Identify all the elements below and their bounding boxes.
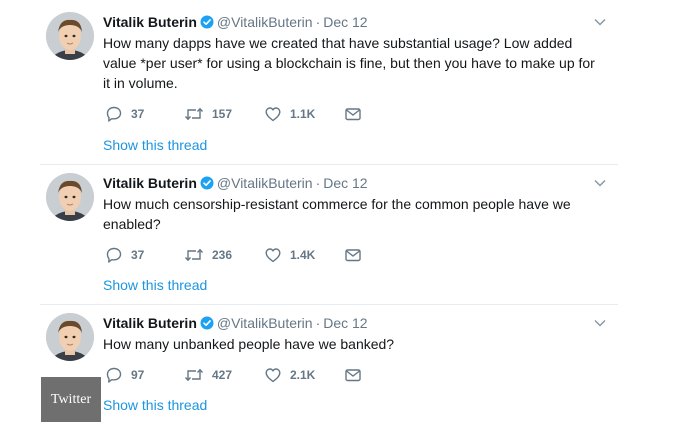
separator-dot: ·: [315, 315, 321, 331]
retweet-button[interactable]: 427: [184, 365, 232, 385]
divider: [40, 164, 618, 165]
separator-dot: ·: [315, 14, 321, 30]
verified-badge-icon: [200, 14, 214, 34]
divider: [40, 304, 618, 305]
reply-count: 37: [131, 107, 145, 121]
show-thread-link[interactable]: Show this thread: [103, 135, 207, 155]
message-button[interactable]: [344, 104, 362, 124]
avatar-image: [46, 173, 94, 221]
author-handle[interactable]: @VitalikButerin: [217, 315, 313, 331]
avatar[interactable]: [46, 12, 94, 60]
tweet-actions: 37 157 1.1K: [103, 104, 383, 124]
heart-icon: [265, 107, 281, 122]
chevron-down-icon[interactable]: [593, 316, 607, 330]
envelope-icon: [345, 108, 361, 121]
tweet-date[interactable]: Dec 12: [323, 175, 367, 191]
show-thread-link[interactable]: Show this thread: [103, 395, 207, 415]
avatar-image: [46, 12, 94, 60]
avatar[interactable]: [46, 313, 94, 361]
show-thread-link[interactable]: Show this thread: [103, 275, 207, 295]
reply-button[interactable]: 97: [105, 365, 144, 385]
verified-badge-icon: [200, 315, 214, 335]
verified-badge-icon: [200, 175, 214, 195]
like-button[interactable]: 1.4K: [264, 245, 315, 265]
tweet-date[interactable]: Dec 12: [323, 315, 367, 331]
like-button[interactable]: 2.1K: [264, 365, 315, 385]
retweet-count: 236: [212, 248, 233, 262]
like-button[interactable]: 1.1K: [264, 104, 315, 124]
chevron-down-icon[interactable]: [593, 15, 607, 29]
like-count: 1.1K: [290, 107, 316, 121]
retweet-count: 157: [212, 107, 233, 121]
tweet-actions: 37 236 1.4K: [103, 245, 383, 265]
reply-count: 97: [131, 368, 145, 382]
retweet-icon: [184, 368, 204, 382]
source-badge: Twitter: [41, 377, 101, 422]
tweet-text: How much censorship-resistant commerce f…: [103, 196, 571, 232]
envelope-icon: [345, 369, 361, 382]
chevron-down-icon[interactable]: [593, 176, 607, 190]
author-name[interactable]: Vitalik Buterin: [103, 14, 197, 30]
retweet-button[interactable]: 157: [184, 104, 232, 124]
message-button[interactable]: [344, 365, 362, 385]
heart-icon: [265, 248, 281, 263]
separator-dot: ·: [315, 175, 321, 191]
tweet-header: Vitalik Buterin @VitalikButerin · Dec 12: [103, 313, 368, 333]
reply-count: 37: [131, 248, 145, 262]
message-button[interactable]: [344, 245, 362, 265]
reply-button[interactable]: 37: [105, 104, 144, 124]
heart-icon: [265, 368, 281, 383]
like-count: 1.4K: [290, 248, 316, 262]
avatar-image: [46, 313, 94, 361]
retweet-icon: [184, 107, 204, 121]
tweet-date[interactable]: Dec 12: [323, 14, 367, 30]
envelope-icon: [345, 249, 361, 262]
tweet-header: Vitalik Buterin @VitalikButerin · Dec 12: [103, 12, 368, 32]
avatar[interactable]: [46, 173, 94, 221]
tweet-header: Vitalik Buterin @VitalikButerin · Dec 12: [103, 173, 368, 193]
reply-icon: [106, 247, 122, 263]
like-count: 2.1K: [290, 368, 316, 382]
reply-icon: [106, 367, 122, 383]
retweet-count: 427: [212, 368, 233, 382]
tweet-actions: 97 427 2.1K: [103, 365, 383, 385]
author-name[interactable]: Vitalik Buterin: [103, 175, 197, 191]
author-name[interactable]: Vitalik Buterin: [103, 315, 197, 331]
retweet-icon: [184, 248, 204, 262]
author-handle[interactable]: @VitalikButerin: [217, 14, 313, 30]
retweet-button[interactable]: 236: [184, 245, 232, 265]
reply-icon: [106, 106, 122, 122]
source-badge-label: Twitter: [50, 391, 92, 407]
author-handle[interactable]: @VitalikButerin: [217, 175, 313, 191]
tweet-text: How many dapps have we created that have…: [103, 35, 595, 91]
tweet-text: How many unbanked people have we banked?: [103, 336, 395, 352]
reply-button[interactable]: 37: [105, 245, 144, 265]
